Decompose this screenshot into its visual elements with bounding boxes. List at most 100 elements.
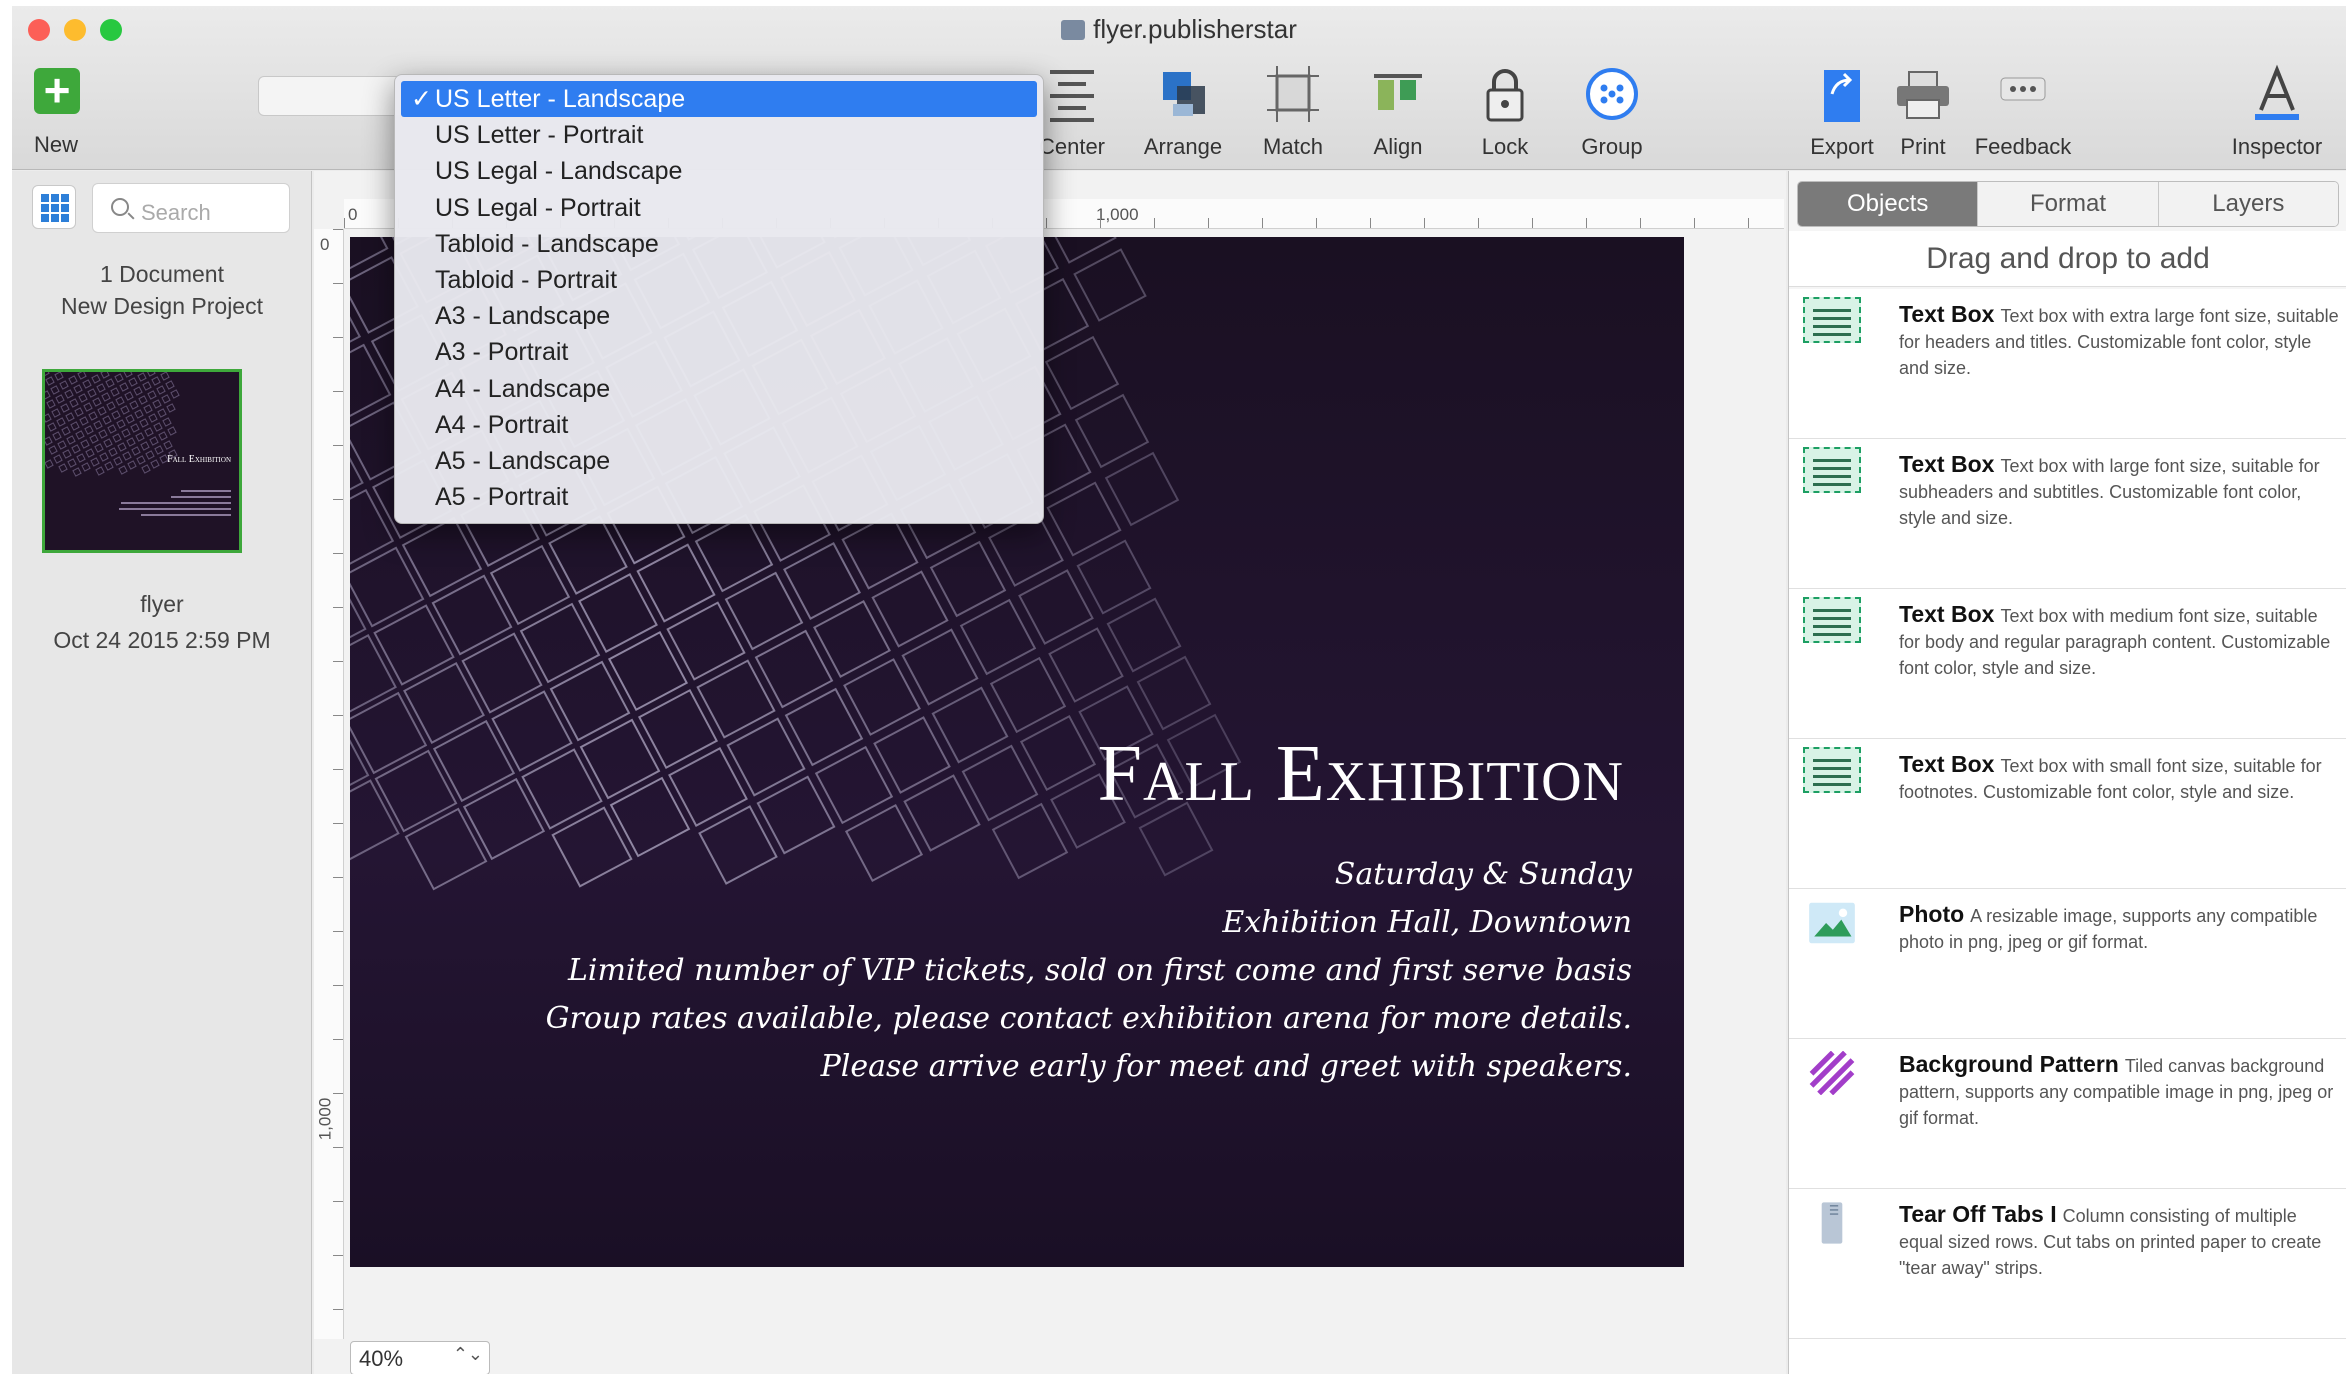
project-name[interactable]: New Design Project (12, 293, 312, 320)
menu-item-tabloid-landscape[interactable]: Tabloid - Landscape (395, 226, 1043, 262)
zoom-stepper-icon[interactable]: ⌃⌄ (453, 1344, 483, 1365)
tab-layers[interactable]: Layers (2158, 182, 2338, 226)
toolbar: flyer.publisherstar + New Center Arrange (12, 6, 2346, 170)
inspector-button[interactable]: Inspector (2222, 64, 2332, 160)
menu-item-a5-landscape[interactable]: A5 - Landscape (395, 443, 1043, 479)
object-description: Tear Off Tabs I Column consisting of mult… (1899, 1201, 2322, 1278)
group-button[interactable]: Group (1572, 64, 1652, 160)
thumbnail-name: flyer (140, 591, 184, 617)
object-item-photo[interactable]: Photo A resizable image, supports any com… (1789, 889, 2346, 1039)
search-placeholder: Search (141, 200, 211, 225)
document-thumbnail[interactable]: Fall Exhibition (42, 369, 242, 553)
feedback-button[interactable]: Feedback (1968, 64, 2078, 160)
inspector-tabs: Objects Format Layers (1797, 181, 2339, 227)
text-box-icon (1803, 747, 1861, 793)
export-icon (1824, 70, 1860, 122)
center-align-icon (1050, 70, 1094, 122)
text-box-icon (1803, 447, 1861, 493)
photo-icon (1809, 902, 1855, 944)
left-ruler: 0 1,000 (314, 229, 344, 1339)
object-item-text-box-small[interactable]: Text Box Text box with small font size, s… (1789, 739, 2346, 889)
flyer-text-line[interactable]: Saturday & Sunday (1335, 857, 1632, 892)
object-description: Text Box Text box with medium font size, … (1899, 601, 2331, 678)
new-button[interactable]: + (34, 67, 80, 114)
object-description: Text Box Text box with small font size, s… (1899, 751, 2322, 802)
lock-button[interactable]: Lock (1472, 64, 1538, 160)
object-description: Photo A resizable image, supports any com… (1899, 901, 2318, 952)
flyer-text-line[interactable]: Exhibition Hall, Downtown (1222, 905, 1632, 940)
menu-item-us-letter-portrait[interactable]: US Letter - Portrait (395, 117, 1043, 153)
grid-view-button[interactable] (32, 185, 76, 229)
export-button[interactable]: Export (1802, 64, 1882, 160)
arrange-button[interactable]: Arrange (1128, 64, 1238, 160)
print-button[interactable]: Print (1890, 64, 1956, 160)
plus-icon: + (43, 64, 71, 116)
checkmark-icon: ✓ (411, 85, 432, 113)
ruler-label: 0 (320, 235, 330, 254)
object-item-text-box-medium[interactable]: Text Box Text box with medium font size, … (1789, 589, 2346, 739)
align-label: Align (1373, 134, 1423, 159)
document-sidebar: Search 1 Document New Design Project Fal… (12, 171, 312, 1374)
page-size-menu: ✓ US Letter - Landscape US Letter - Portr… (394, 74, 1044, 524)
thumbnail-title: Fall Exhibition (167, 454, 231, 465)
object-description: Text Box Text box with extra large font s… (1899, 301, 2339, 378)
window-title: flyer.publisherstar (12, 14, 2346, 45)
menu-item-a3-portrait[interactable]: A3 - Portrait (395, 334, 1043, 370)
search-input[interactable]: Search (92, 183, 290, 233)
export-label: Export (1810, 134, 1874, 159)
menu-item-tabloid-portrait[interactable]: Tabloid - Portrait (395, 262, 1043, 298)
center-label: Center (1038, 134, 1106, 159)
flyer-text-line[interactable]: Please arrive early for meet and greet w… (821, 1049, 1632, 1084)
group-icon (1586, 68, 1638, 120)
menu-item-us-legal-portrait[interactable]: US Legal - Portrait (395, 190, 1043, 226)
document-count: 1 Document (99, 261, 224, 287)
arrange-icon (1163, 72, 1205, 116)
lock-icon (1486, 69, 1524, 122)
text-box-icon (1803, 597, 1861, 643)
inspector-label: Inspector (2231, 134, 2323, 159)
object-description: Background Pattern Tiled canvas backgroun… (1899, 1051, 2334, 1128)
tab-format[interactable]: Format (1978, 182, 2159, 226)
match-button[interactable]: Match (1248, 64, 1338, 160)
object-item-background-pattern[interactable]: Background Pattern Tiled canvas backgroun… (1789, 1039, 2346, 1189)
print-icon (1897, 71, 1949, 119)
thumbnail-date: Oct 24 2015 2:59 PM (53, 627, 271, 653)
lock-label: Lock (1481, 134, 1529, 159)
menu-item-a3-landscape[interactable]: A3 - Landscape (395, 298, 1043, 334)
menu-item-a4-portrait[interactable]: A4 - Portrait (395, 407, 1043, 443)
zoom-field[interactable]: 40% ⌃⌄ (350, 1341, 490, 1374)
align-icon (1374, 74, 1422, 110)
print-label: Print (1900, 134, 1946, 159)
match-label: Match (1263, 134, 1323, 159)
inspector-icon (2255, 64, 2299, 120)
menu-item-us-legal-landscape[interactable]: US Legal - Landscape (395, 153, 1043, 189)
group-label: Group (1581, 134, 1643, 159)
flyer-text-line[interactable]: Limited number of VIP tickets, sold on f… (568, 953, 1632, 988)
arrange-label: Arrange (1143, 134, 1223, 159)
object-item-text-box-xl[interactable]: Text Box Text box with extra large font s… (1789, 289, 2346, 439)
menu-item-a5-portrait[interactable]: A5 - Portrait (395, 479, 1043, 515)
object-item-text-box-large[interactable]: Text Box Text box with large font size, s… (1789, 439, 2346, 589)
center-button[interactable]: Center (1034, 64, 1110, 160)
drag-hint: Drag and drop to add (1789, 231, 2346, 287)
inspector-panel: Objects Format Layers Drag and drop to a… (1788, 171, 2346, 1374)
new-label: New (34, 132, 79, 157)
object-description: Text Box Text box with large font size, s… (1899, 451, 2320, 528)
menu-item-us-letter-landscape[interactable]: ✓ US Letter - Landscape (401, 81, 1037, 118)
tab-objects[interactable]: Objects (1798, 182, 1979, 226)
align-button[interactable]: Align (1358, 64, 1438, 160)
flyer-title[interactable]: Fall Exhibition (1098, 729, 1624, 820)
ruler-label: 1,000 (1096, 205, 1139, 224)
match-size-icon (1267, 66, 1319, 122)
object-item-tear-off-tabs[interactable]: Tear Off Tabs I Column consisting of mult… (1789, 1189, 2346, 1339)
ruler-label: 1,000 (315, 1097, 335, 1141)
flyer-text-line[interactable]: Group rates available, please contact ex… (546, 1001, 1632, 1036)
tear-off-tabs-icon (1821, 1202, 1843, 1244)
menu-item-a4-landscape[interactable]: A4 - Landscape (395, 371, 1043, 407)
pattern-icon (1809, 1051, 1855, 1095)
search-icon (111, 198, 129, 216)
object-item-partial[interactable] (1789, 1339, 2346, 1374)
zoom-value: 40% (359, 1346, 404, 1371)
feedback-label: Feedback (1974, 134, 2072, 159)
ruler-label: 0 (348, 205, 358, 224)
